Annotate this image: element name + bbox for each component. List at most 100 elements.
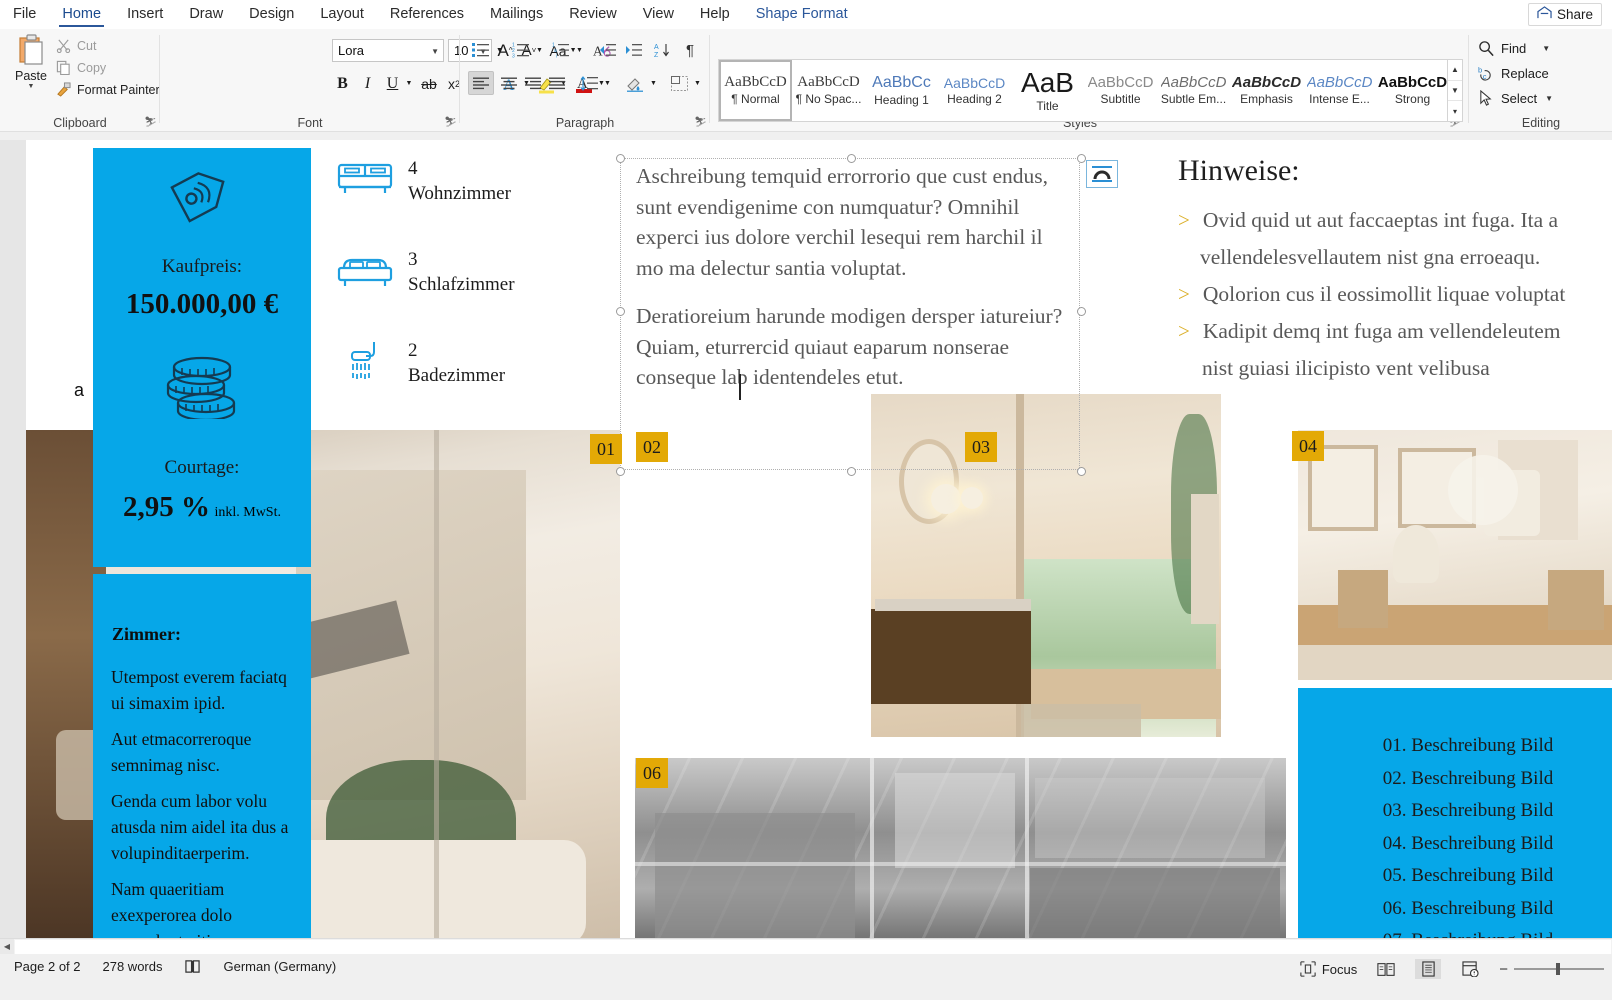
sort-button[interactable]: AZ (650, 38, 676, 62)
borders-button[interactable] (666, 71, 692, 95)
bold-button[interactable]: B (330, 71, 355, 96)
cut-button[interactable]: Cut (56, 35, 96, 56)
chevron-down-icon[interactable]: ▼ (1545, 94, 1553, 103)
selection-handle-bottom-left[interactable] (616, 467, 625, 476)
scroll-up-icon[interactable]: ▲ (1448, 60, 1462, 81)
style-no-spacing[interactable]: AaBbCcD ¶ No Spac... (792, 60, 865, 121)
chevron-down-icon[interactable]: ▼ (431, 47, 439, 56)
price-panel[interactable]: Kaufpreis: 150.000,00 € Courtage: 2,95 %… (93, 148, 311, 567)
layout-options-icon[interactable] (1086, 160, 1118, 188)
selection-handle-top-left[interactable] (616, 154, 625, 163)
selection-handle-bottom-center[interactable] (847, 467, 856, 476)
bullet-list-dropdown[interactable]: ▼ (494, 38, 505, 62)
clipboard-dialog-launcher[interactable]: ⛷ (144, 117, 157, 129)
zoom-slider[interactable]: − (1499, 961, 1604, 978)
description-textbox[interactable]: Aschreibung temquid errorrorio que cust … (616, 154, 1086, 476)
style-normal[interactable]: AaBbCcD ¶ Normal (719, 60, 792, 121)
horizontal-scrollbar[interactable]: ◀ (0, 938, 1612, 955)
zimmer-panel[interactable]: Zimmer: Utempost everem faciatq ui simax… (93, 574, 311, 938)
increase-indent-button[interactable] (620, 38, 646, 62)
shading-button[interactable] (622, 71, 648, 95)
strikethrough-button[interactable]: ab (418, 71, 440, 96)
photo-floor-plan[interactable] (635, 758, 1286, 938)
justify-button[interactable] (544, 71, 570, 95)
zoom-knob[interactable] (1556, 963, 1560, 975)
selection-handle-top-right[interactable] (1077, 154, 1086, 163)
replace-button[interactable]: bc Replace (1478, 62, 1549, 84)
print-layout-button[interactable] (1415, 959, 1442, 979)
web-layout-button[interactable] (1457, 959, 1483, 979)
language-indicator[interactable]: German (Germany) (223, 959, 336, 974)
paste-button[interactable]: Paste ▼ (8, 34, 54, 102)
align-right-button[interactable] (520, 71, 546, 95)
styles-gallery-scroll[interactable]: ▲ ▼ ▾ (1448, 59, 1463, 122)
chevron-down-icon[interactable]: ▼ (28, 83, 35, 90)
zoom-out-icon[interactable]: − (1499, 961, 1508, 978)
scroll-down-icon[interactable]: ▼ (1448, 81, 1462, 102)
scroll-left-icon[interactable]: ◀ (0, 938, 14, 955)
ribbon-tab-draw[interactable]: Draw (176, 0, 236, 29)
copy-button[interactable]: Copy (56, 57, 106, 78)
ribbon-tab-references[interactable]: References (377, 0, 477, 29)
ribbon-tab-file[interactable]: File (0, 0, 49, 29)
selection-handle-middle-right[interactable] (1077, 307, 1086, 316)
format-painter-button[interactable]: Format Painter (56, 79, 160, 100)
word-count[interactable]: 278 words (103, 959, 163, 974)
multilevel-list-dropdown[interactable]: ▼ (574, 38, 585, 62)
style-heading-2[interactable]: AaBbCcD Heading 2 (938, 60, 1011, 121)
bild-description-panel[interactable]: 01. Beschreibung Bild 02. Beschreibung B… (1298, 688, 1612, 938)
italic-button[interactable]: I (355, 71, 380, 96)
ribbon-tab-design[interactable]: Design (236, 0, 307, 29)
chevron-down-icon[interactable]: ▼ (1542, 44, 1550, 53)
align-left-button[interactable] (468, 71, 494, 95)
horizontal-scroll-track[interactable] (15, 939, 1611, 954)
decrease-indent-button[interactable] (594, 38, 620, 62)
line-spacing-dropdown[interactable]: ▼ (602, 71, 613, 95)
style-subtle-emphasis[interactable]: AaBbCcD Subtle Em... (1157, 60, 1230, 121)
styles-more-icon[interactable]: ▾ (1448, 101, 1462, 121)
show-formatting-marks-button[interactable]: ¶ (678, 38, 702, 62)
style-intense-emphasis[interactable]: AaBbCcD Intense E... (1303, 60, 1376, 121)
find-button[interactable]: Find ▼ (1478, 37, 1550, 59)
select-button[interactable]: Select ▼ (1478, 87, 1553, 109)
paragraph-dialog-launcher[interactable]: ⛷ (694, 117, 707, 129)
photo-dining-room[interactable] (1298, 430, 1612, 680)
style-emphasis[interactable]: AaBbCcD Emphasis (1230, 60, 1303, 121)
font-name-combobox[interactable]: Lora ▼ (332, 39, 444, 62)
ribbon-tab-shape-format[interactable]: Shape Format (743, 0, 861, 29)
line-spacing-button[interactable] (576, 71, 602, 95)
style-title[interactable]: AaB Title (1011, 60, 1084, 121)
ribbon-tab-insert[interactable]: Insert (114, 0, 176, 29)
styles-gallery[interactable]: AaBbCcD ¶ Normal AaBbCcD ¶ No Spac... Aa… (718, 59, 1448, 122)
align-center-button[interactable] (496, 71, 522, 95)
numbered-list-dropdown[interactable]: ▼ (534, 38, 545, 62)
ribbon-tab-help[interactable]: Help (687, 0, 743, 29)
numbered-list-button[interactable]: 123 (508, 38, 534, 62)
ribbon-tab-review[interactable]: Review (556, 0, 630, 29)
style-strong[interactable]: AaBbCcD Strong (1376, 60, 1447, 121)
ribbon-tab-home[interactable]: Home (49, 0, 114, 29)
document-page[interactable]: 01 02 03 04 06 a Kaufpreis: 150.000,00 €… (26, 140, 1612, 938)
borders-dropdown[interactable]: ▼ (692, 71, 703, 95)
ribbon-tab-layout[interactable]: Layout (307, 0, 377, 29)
underline-dropdown[interactable]: ▼ (403, 71, 415, 96)
ribbon-tab-view[interactable]: View (630, 0, 687, 29)
bullet-list-button[interactable] (468, 38, 494, 62)
multilevel-list-button[interactable]: 1ai (548, 38, 574, 62)
document-canvas[interactable]: 01 02 03 04 06 a Kaufpreis: 150.000,00 €… (0, 132, 1612, 938)
focus-mode-button[interactable]: Focus (1300, 961, 1357, 977)
selection-handle-bottom-right[interactable] (1077, 467, 1086, 476)
selection-handle-middle-left[interactable] (616, 307, 625, 316)
underline-button[interactable]: U (380, 71, 405, 96)
shading-dropdown[interactable]: ▼ (648, 71, 659, 95)
zoom-track[interactable] (1514, 963, 1604, 975)
style-heading-1[interactable]: AaBbCc Heading 1 (865, 60, 938, 121)
font-dialog-launcher[interactable]: ⛷ (444, 117, 457, 129)
share-button[interactable]: Share (1527, 3, 1602, 26)
selection-handle-top-center[interactable] (847, 154, 856, 163)
page-indicator[interactable]: Page 2 of 2 (14, 959, 81, 974)
ribbon-tab-mailings[interactable]: Mailings (477, 0, 556, 29)
proofing-status[interactable] (184, 959, 201, 974)
read-mode-button[interactable] (1373, 959, 1399, 979)
style-subtitle[interactable]: AaBbCcD Subtitle (1084, 60, 1157, 121)
